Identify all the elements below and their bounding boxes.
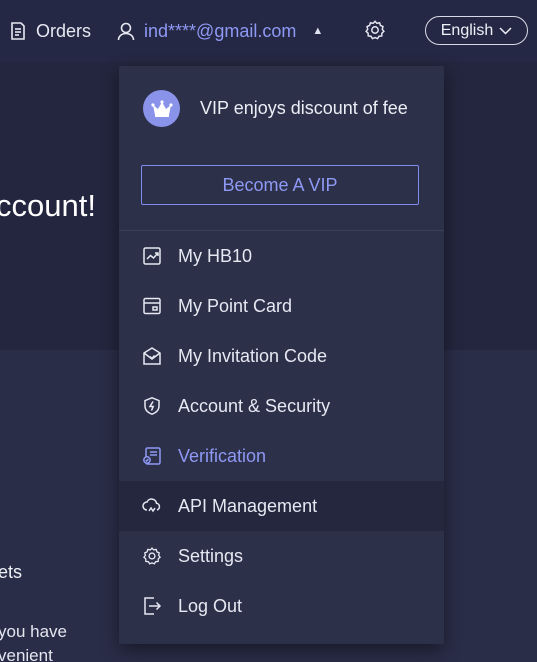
api-icon (142, 498, 161, 513)
hero-heading: ccount! (0, 188, 96, 223)
user-email: ind****@gmail.com (144, 20, 297, 41)
menu-item-label: My Point Card (178, 295, 293, 316)
vip-promo: VIP enjoys discount of fee (143, 90, 408, 127)
menu-item-account-security[interactable]: Account & Security (119, 381, 444, 431)
section-paragraph-line: venient (0, 646, 53, 662)
id-card-icon (143, 447, 161, 465)
menu-item-label: My Invitation Code (178, 345, 328, 366)
caret-up-icon: ▲ (312, 25, 324, 37)
menu-item-verification[interactable]: Verification (119, 431, 444, 481)
menu-item-settings[interactable]: Settings (119, 531, 444, 581)
menu-item-my-hb10[interactable]: My HB10 (119, 231, 444, 281)
menu-item-label: Log Out (178, 595, 243, 616)
chart-icon (143, 247, 161, 265)
section-paragraph-line: you have (0, 622, 67, 641)
menu-item-label: API Management (178, 495, 318, 516)
account-dropdown-menu: VIP enjoys discount of fee Become A VIP … (119, 66, 444, 644)
vip-promo-text: VIP enjoys discount of fee (200, 98, 408, 118)
menu-item-label: My HB10 (178, 245, 253, 266)
document-icon (11, 22, 25, 40)
logout-icon (144, 597, 162, 615)
menu-item-label: Account & Security (178, 395, 331, 416)
language-selector[interactable]: English (425, 16, 528, 45)
become-vip-button[interactable]: Become A VIP (141, 165, 419, 205)
orders-label: Orders (36, 20, 92, 41)
crown-icon (143, 90, 180, 127)
language-label: English (440, 21, 494, 39)
shield-icon (144, 396, 160, 415)
chevron-down-icon (499, 26, 512, 35)
gear-icon (143, 547, 161, 565)
orders-nav-link[interactable]: Orders (8, 16, 91, 46)
menu-item-log-out[interactable]: Log Out (119, 581, 444, 631)
account-menu-list: My HB10 My Point Card My Invitation Code… (119, 231, 444, 631)
top-nav-bar: Orders ind****@gmail.com ▲ English (0, 0, 537, 62)
menu-item-my-invitation-code[interactable]: My Invitation Code (119, 331, 444, 381)
section-heading: ets (0, 562, 23, 582)
user-account-menu[interactable]: ind****@gmail.com ▲ (116, 16, 323, 46)
menu-item-label: Verification (178, 445, 267, 466)
menu-item-api-management[interactable]: API Management (119, 481, 444, 531)
gift-icon (143, 347, 161, 365)
menu-item-label: Settings (178, 545, 244, 566)
menu-item-my-point-card[interactable]: My Point Card (119, 281, 444, 331)
settings-gear-icon[interactable] (364, 19, 386, 41)
card-icon (143, 297, 161, 315)
user-icon (117, 22, 135, 41)
